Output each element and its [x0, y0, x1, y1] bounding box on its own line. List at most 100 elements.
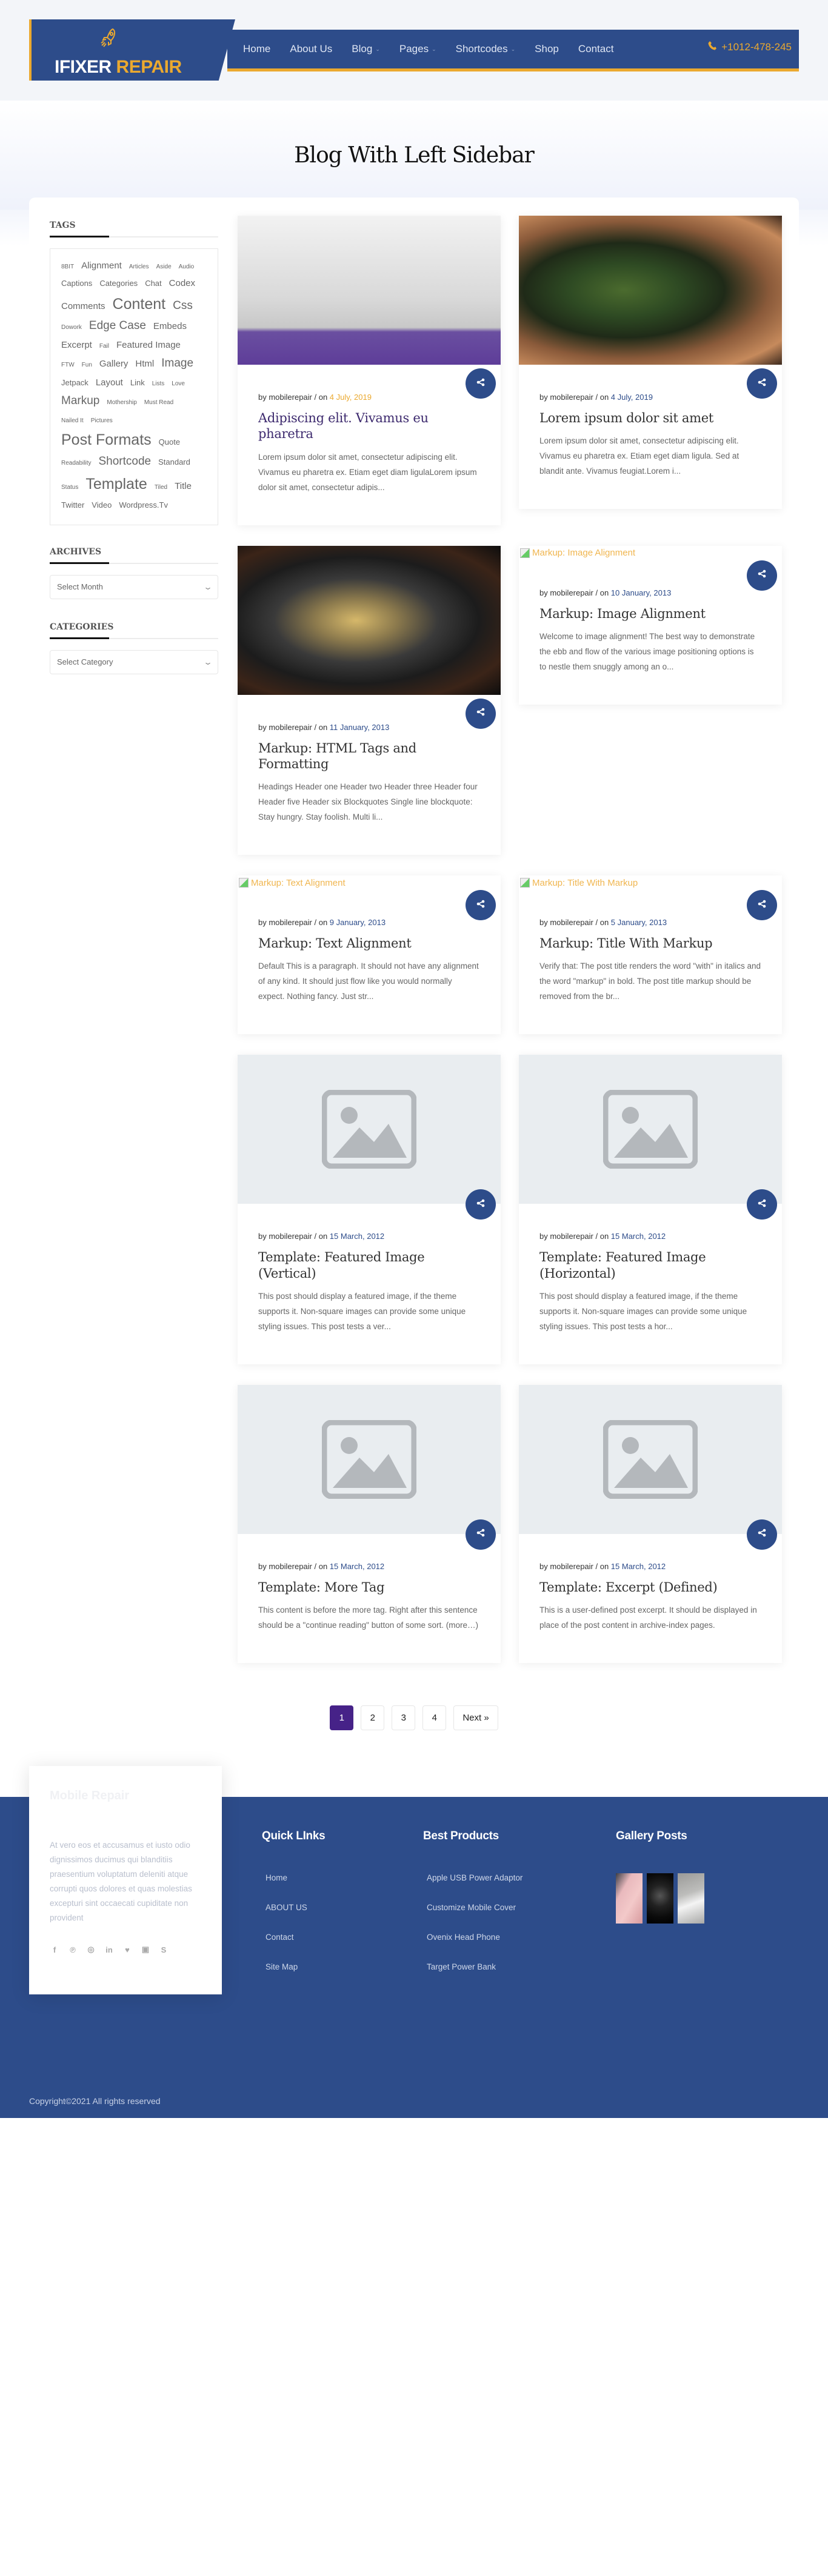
post-image-placeholder[interactable]: [519, 1055, 782, 1204]
tag-link[interactable]: Pictures: [91, 417, 113, 425]
post-date[interactable]: 15 March, 2012: [330, 1562, 384, 1571]
gallery-thumb-headphones[interactable]: [647, 1873, 673, 1924]
tag-link[interactable]: Gallery: [99, 359, 129, 370]
tag-link[interactable]: Status: [61, 484, 78, 491]
tag-link[interactable]: Mothership: [107, 399, 136, 407]
tag-link[interactable]: Jetpack: [61, 378, 88, 388]
share-button[interactable]: [466, 1519, 496, 1550]
tag-link[interactable]: Quote: [159, 437, 180, 447]
post-image[interactable]: [238, 216, 501, 365]
footer-link[interactable]: Contact: [265, 1933, 325, 1942]
post-title[interactable]: Template: Featured Image (Vertical): [258, 1249, 480, 1281]
gallery-thumb-pink-phone-case[interactable]: [616, 1873, 643, 1924]
post-date[interactable]: 9 January, 2013: [330, 918, 386, 927]
post-image-placeholder[interactable]: [238, 1384, 501, 1534]
tag-link[interactable]: Fun: [82, 362, 92, 369]
tag-link[interactable]: Layout: [96, 377, 123, 388]
page-3-button[interactable]: 3: [392, 1705, 416, 1730]
nav-item-contact[interactable]: Contact: [578, 43, 614, 55]
post-image-broken[interactable]: Markup: Image Alignment: [519, 546, 782, 560]
post-image[interactable]: [519, 216, 782, 365]
tag-link[interactable]: Aside: [156, 264, 172, 271]
share-button[interactable]: [466, 890, 496, 920]
page-2-button[interactable]: 2: [361, 1705, 385, 1730]
tag-link[interactable]: Featured Image: [116, 340, 181, 351]
post-date[interactable]: 15 March, 2012: [611, 1562, 666, 1571]
next-page-button[interactable]: Next »: [453, 1705, 498, 1730]
post-title[interactable]: Template: Excerpt (Defined): [539, 1579, 761, 1595]
tag-link[interactable]: Twitter: [61, 500, 84, 510]
tag-link[interactable]: Love: [172, 380, 185, 388]
post-date[interactable]: 10 January, 2013: [611, 588, 672, 597]
tag-link[interactable]: Html: [135, 359, 154, 370]
youtube-icon[interactable]: ▣: [141, 1945, 150, 1954]
tag-link[interactable]: Video: [92, 500, 112, 510]
tag-link[interactable]: Tiled: [155, 484, 167, 491]
post-image-broken[interactable]: Markup: Title With Markup: [519, 875, 782, 890]
post-title[interactable]: Markup: Image Alignment: [539, 606, 761, 622]
twitter-icon[interactable]: ♥: [122, 1945, 132, 1954]
gallery-thumb-power-adapter[interactable]: [678, 1873, 704, 1924]
post-date[interactable]: 15 March, 2012: [330, 1232, 384, 1241]
tag-link[interactable]: Markup: [61, 394, 99, 408]
tag-link[interactable]: Nailed It: [61, 417, 84, 425]
nav-item-blog[interactable]: Blog ⌄: [352, 43, 380, 55]
tag-link[interactable]: Captions: [61, 279, 92, 288]
post-date[interactable]: 11 January, 2013: [330, 723, 390, 732]
linkedin-icon[interactable]: in: [104, 1945, 114, 1954]
post-title[interactable]: Markup: HTML Tags and Formatting: [258, 740, 480, 772]
tag-link[interactable]: Post Formats: [61, 431, 152, 449]
share-button[interactable]: [747, 1189, 777, 1220]
share-button[interactable]: [466, 1189, 496, 1220]
facebook-icon[interactable]: f: [50, 1945, 59, 1954]
post-image-placeholder[interactable]: [238, 1055, 501, 1204]
skype-icon[interactable]: S: [159, 1945, 169, 1954]
pinterest-icon[interactable]: ℗: [68, 1945, 78, 1954]
tag-link[interactable]: Dowork: [61, 324, 82, 331]
post-image-placeholder[interactable]: [519, 1384, 782, 1534]
nav-item-home[interactable]: Home: [243, 43, 270, 55]
phone-contact[interactable]: +1012-478-245: [708, 41, 792, 53]
share-button[interactable]: [747, 368, 777, 399]
tag-link[interactable]: Comments: [61, 301, 105, 312]
tag-link[interactable]: Content: [113, 295, 166, 313]
nav-item-pages[interactable]: Pages ⌄: [399, 43, 436, 55]
post-title[interactable]: Markup: Text Alignment: [258, 935, 480, 951]
tag-link[interactable]: Fail: [99, 343, 109, 350]
post-title[interactable]: Lorem ipsum dolor sit amet: [539, 410, 761, 426]
post-date[interactable]: 5 January, 2013: [611, 918, 667, 927]
post-date[interactable]: 15 March, 2012: [611, 1232, 666, 1241]
archives-select[interactable]: Select Month ⌄: [50, 574, 218, 599]
tag-link[interactable]: Title: [175, 481, 192, 492]
tag-link[interactable]: Readability: [61, 460, 91, 467]
post-title[interactable]: Markup: Title With Markup: [539, 935, 761, 951]
tag-link[interactable]: Audio: [179, 264, 195, 271]
tag-link[interactable]: Excerpt: [61, 340, 92, 351]
footer-link[interactable]: Site Map: [265, 1962, 325, 1971]
tag-link[interactable]: Standard: [158, 457, 190, 467]
tag-link[interactable]: Edge Case: [89, 319, 146, 333]
tag-link[interactable]: Template: [85, 475, 147, 493]
page-4-button[interactable]: 4: [422, 1705, 447, 1730]
tag-link[interactable]: Link: [130, 378, 145, 388]
nav-item-shortcodes[interactable]: Shortcodes ⌄: [456, 43, 516, 55]
post-date[interactable]: 4 July, 2019: [611, 393, 653, 402]
tag-link[interactable]: Categories: [99, 279, 138, 288]
logo[interactable]: IFIXER REPAIR: [29, 19, 235, 81]
footer-link[interactable]: Home: [265, 1873, 325, 1882]
nav-item-about-us[interactable]: About Us: [290, 43, 332, 55]
post-title[interactable]: Template: More Tag: [258, 1579, 480, 1595]
share-button[interactable]: [747, 1519, 777, 1550]
share-button[interactable]: [747, 890, 777, 920]
footer-product-link[interactable]: Customize Mobile Cover: [427, 1903, 523, 1912]
tag-link[interactable]: Shortcode: [98, 455, 151, 469]
tag-link[interactable]: FTW: [61, 362, 75, 369]
tag-link[interactable]: Articles: [129, 264, 149, 271]
tag-link[interactable]: Embeds: [153, 321, 187, 332]
share-button[interactable]: [466, 368, 496, 399]
tag-link[interactable]: Must Read: [144, 399, 173, 407]
tag-link[interactable]: Lists: [152, 380, 165, 388]
tag-link[interactable]: Codex: [169, 278, 195, 289]
post-title[interactable]: Template: Featured Image (Horizontal): [539, 1249, 761, 1281]
footer-product-link[interactable]: Target Power Bank: [427, 1962, 523, 1971]
